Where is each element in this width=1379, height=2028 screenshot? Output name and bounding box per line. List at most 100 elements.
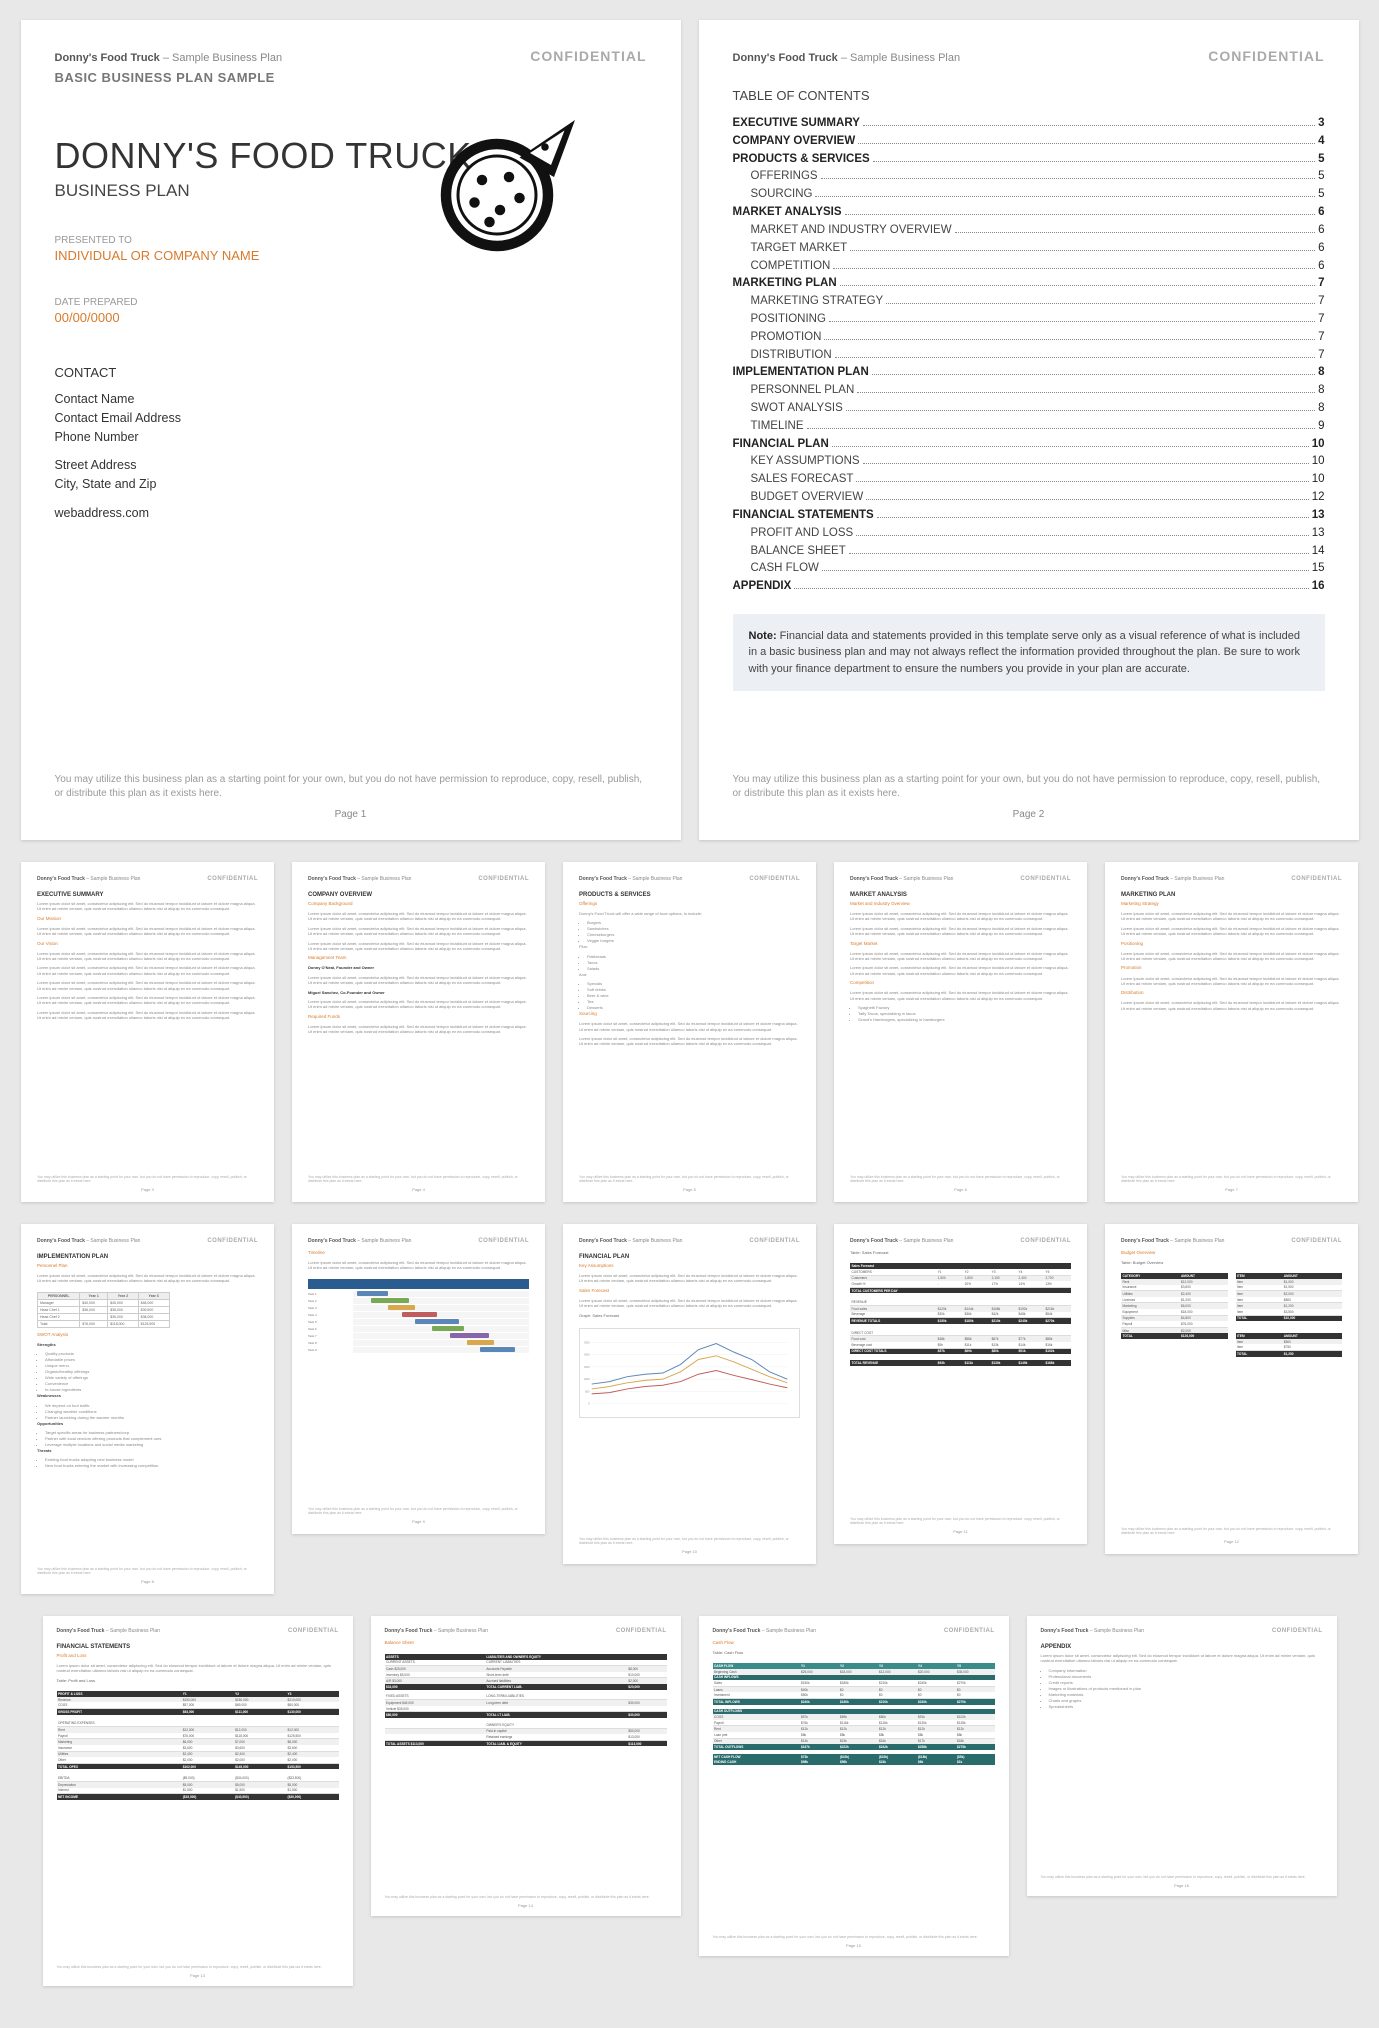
toc-entry: TIMELINE9 [733,418,1325,436]
page-number: Page 6 [850,1187,1071,1192]
section-heading: EXECUTIVE SUMMARY [37,892,258,898]
page-1-cover: Donny's Food Truck – Sample Business Pla… [21,20,681,840]
page-16-thumb: Donny's Food Truck – Sample Business Pla… [1027,1616,1337,1896]
section-heading: Balance Sheet [385,1640,667,1646]
gantt-header [308,1279,529,1289]
toc-entry: EXECUTIVE SUMMARY3 [733,115,1325,133]
confidential-stamp: CONFIDENTIAL [1208,48,1324,64]
toc-entry: BUDGET OVERVIEW12 [733,489,1325,507]
toc-entry: FINANCIAL PLAN10 [733,436,1325,454]
page-7-thumb: Donny's Food Truck – Sample Business Pla… [1105,862,1358,1202]
svg-text:2500: 2500 [584,1340,590,1344]
cash-flow-table: CASH FLOWY1Y2Y3Y4Y5 Beginning Cash$25,00… [713,1663,995,1765]
page-9-thumb: Donny's Food Truck – Sample Business Pla… [292,1224,545,1534]
toc-entry: FINANCIAL STATEMENTS13 [733,507,1325,525]
vision-heading: Our Vision [37,941,258,947]
toc-entry: MARKET AND INDUSTRY OVERVIEW6 [733,222,1325,240]
toc-entry: DISTRIBUTION7 [733,347,1325,365]
page-number: Page 14 [385,1903,667,1908]
svg-text:2000: 2000 [584,1353,590,1357]
page-11-thumb: Donny's Food Truck – Sample Business Pla… [834,1224,1087,1544]
page-number: Page 4 [308,1187,529,1192]
balance-sheet-table: ASSETSLIABILITIES AND OWNER'S EQUITY CUR… [385,1654,667,1746]
section-heading: IMPLEMENTATION PLAN [37,1254,258,1260]
page-13-thumb: Donny's Food Truck – Sample Business Pla… [43,1616,353,1986]
section-heading: FINANCIAL STATEMENTS [57,1644,339,1650]
toc-entry: PRODUCTS & SERVICES5 [733,151,1325,169]
page-10-thumb: Donny's Food Truck – Sample Business Pla… [563,1224,816,1564]
section-heading: MARKET ANALYSIS [850,892,1071,898]
svg-text:1500: 1500 [584,1365,590,1369]
page-number: Page 10 [579,1549,800,1554]
toc-entry: COMPANY OVERVIEW4 [733,133,1325,151]
contact-phone: Phone Number [55,428,647,447]
toc-entry: KEY ASSUMPTIONS10 [733,453,1325,471]
disclaimer: You may utilize this business plan as a … [55,773,647,801]
page-number: Page 8 [37,1579,258,1584]
page-3-thumb: Donny's Food Truck – Sample Business Pla… [21,862,274,1202]
toc-entry: APPENDIX16 [733,578,1325,596]
page-number: Page 5 [579,1187,800,1192]
profit-loss-table: PROFIT & LOSSY1Y2Y3 Revenue$150,000$180,… [57,1691,339,1800]
toc-entry: SOURCING5 [733,186,1325,204]
note-box: Note: Financial data and statements prov… [733,614,1325,692]
pizza-icon [437,105,587,255]
toc-entry: CASH FLOW15 [733,560,1325,578]
personnel-table: PERSONNELYear 1Year 2Year 3Manager$40,00… [37,1292,170,1328]
toc-entry: PERSONNEL PLAN8 [733,382,1325,400]
budget-table-right: ITEMAMOUNT Item$1,000 Item$1,500 Item$2,… [1236,1273,1343,1321]
page-number: Page 9 [308,1519,529,1524]
page-number: Page 7 [1121,1187,1342,1192]
page-6-thumb: Donny's Food Truck – Sample Business Pla… [834,862,1087,1202]
page-number: Page 1 [55,809,647,820]
disclaimer: You may utilize this business plan as a … [733,773,1325,801]
section-heading: Cash Flow [713,1640,995,1646]
page-2-toc: Donny's Food Truck – Sample Business Pla… [699,20,1359,840]
toc-list: EXECUTIVE SUMMARY3COMPANY OVERVIEW4PRODU… [733,115,1325,596]
section-heading: FINANCIAL PLAN [579,1254,800,1260]
svg-text:500: 500 [585,1389,590,1393]
toc-entry: SWOT ANALYSIS8 [733,400,1325,418]
section-heading: APPENDIX [1041,1644,1323,1650]
doc-sample-banner: BASIC BUSINESS PLAN SAMPLE [55,70,647,85]
list-item: Grand's Hamburgers, specializing in hamb… [858,1017,1071,1023]
budget-table-left: CATEGORYAMOUNT Rent$12,000 Insurance$3,6… [1121,1273,1228,1339]
page-15-thumb: Donny's Food Truck – Sample Business Pla… [699,1616,1009,1956]
toc-entry: MARKETING PLAN7 [733,275,1325,293]
toc-entry: BALANCE SHEET14 [733,543,1325,561]
toc-entry: PROFIT AND LOSS13 [733,525,1325,543]
toc-entry: MARKET ANALYSIS6 [733,204,1325,222]
page-8-thumb: Donny's Food Truck – Sample Business Pla… [21,1224,274,1594]
list-item: New food trucks entering the market with… [45,1463,258,1469]
contact-web: webaddress.com [55,504,647,523]
contact-street: Street Address [55,456,647,475]
toc-entry: COMPETITION6 [733,258,1325,276]
sales-forecast-table: Sales Forecast CUSTOMERSY1Y2Y3Y4Y5 Custo… [850,1263,1071,1365]
section-heading: COMPANY OVERVIEW [308,892,529,898]
contact-email: Contact Email Address [55,409,647,428]
page-number: Page 3 [37,1187,258,1192]
toc-heading: TABLE OF CONTENTS [733,88,1325,103]
sales-forecast-chart: 05001000150020002500 [579,1328,800,1418]
contact-csz: City, State and Zip [55,475,647,494]
toc-entry: TARGET MARKET6 [733,240,1325,258]
page-number: Page 13 [57,1973,339,1978]
page-number: Page 11 [850,1529,1071,1534]
header-breadcrumb: Donny's Food Truck – Sample Business Pla… [733,52,961,64]
gantt-chart: Task 1 Task 2 Task 3 Task 4 Task 5 Task … [308,1291,529,1353]
toc-entry: PROMOTION7 [733,329,1325,347]
toc-entry: POSITIONING7 [733,311,1325,329]
page-number: Page 12 [1121,1539,1342,1544]
page-number: Page 2 [733,809,1325,820]
date-prepared-value: 00/00/0000 [55,310,647,325]
page-5-thumb: Donny's Food Truck – Sample Business Pla… [563,862,816,1202]
toc-entry: SALES FORECAST10 [733,471,1325,489]
svg-text:1000: 1000 [584,1377,590,1381]
page-14-thumb: Donny's Food Truck – Sample Business Pla… [371,1616,681,1916]
page-12-thumb: Donny's Food Truck – Sample Business Pla… [1105,1224,1358,1554]
section-heading: MARKETING PLAN [1121,892,1342,898]
toc-entry: IMPLEMENTATION PLAN8 [733,364,1325,382]
section-heading: PRODUCTS & SERVICES [579,892,800,898]
date-prepared-label: DATE PREPARED [55,297,647,308]
header-breadcrumb: Donny's Food Truck – Sample Business Pla… [55,52,283,64]
